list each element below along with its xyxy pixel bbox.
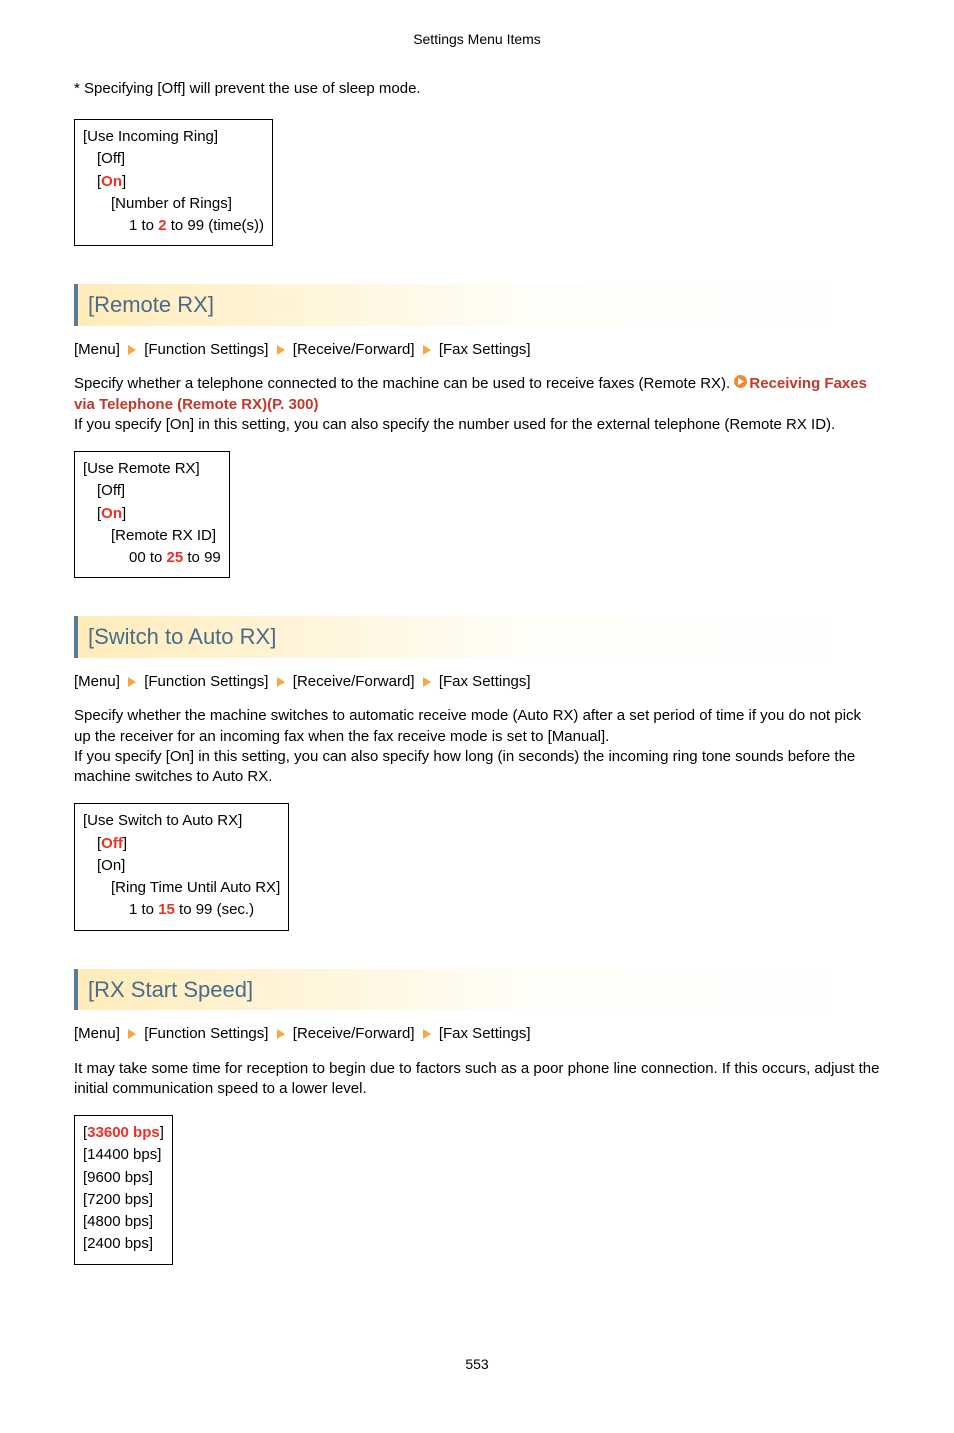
breadcrumb-item: [Function Settings]	[144, 341, 268, 358]
chevron-right-icon	[128, 677, 136, 687]
breadcrumb-item: [Receive/Forward]	[293, 1025, 415, 1042]
chevron-right-icon	[423, 677, 431, 687]
incoming-ring-settings-box: [Use Incoming Ring] [Off] [On] [Number o…	[74, 119, 273, 246]
breadcrumb-item: [Receive/Forward]	[293, 673, 415, 690]
setting-row: [Use Incoming Ring]	[83, 126, 264, 148]
sleep-mode-note: * Specifying [Off] will prevent the use …	[74, 79, 880, 99]
switch-auto-rx-settings-box: [Use Switch to Auto RX] [Off] [On] [Ring…	[74, 803, 289, 930]
chevron-right-icon	[423, 345, 431, 355]
setting-row: 00 to 25 to 99	[83, 547, 221, 569]
setting-row: [9600 bps]	[83, 1167, 164, 1189]
page-number: 553	[74, 1355, 880, 1374]
page-header: Settings Menu Items	[74, 30, 880, 49]
setting-row: [On]	[83, 855, 280, 877]
remote-rx-settings-box: [Use Remote RX] [Off] [On] [Remote RX ID…	[74, 451, 230, 578]
breadcrumb-item: [Function Settings]	[144, 673, 268, 690]
section-heading-rx-start-speed: [RX Start Speed]	[74, 969, 880, 1011]
setting-row: [Use Remote RX]	[83, 458, 221, 480]
setting-row: [Off]	[83, 480, 221, 502]
setting-row: [On]	[83, 171, 264, 193]
chevron-right-icon	[277, 677, 285, 687]
breadcrumb: [Menu] [Function Settings] [Receive/Forw…	[74, 1024, 880, 1044]
description-paragraph: Specify whether the machine switches to …	[74, 706, 880, 787]
chevron-right-icon	[423, 1029, 431, 1039]
breadcrumb-item: [Menu]	[74, 673, 120, 690]
breadcrumb-item: [Menu]	[74, 341, 120, 358]
setting-row: [2400 bps]	[83, 1233, 164, 1255]
breadcrumb-item: [Fax Settings]	[439, 341, 531, 358]
setting-row: 1 to 15 to 99 (sec.)	[83, 899, 280, 921]
rx-start-speed-settings-box: [33600 bps] [14400 bps] [9600 bps] [7200…	[74, 1115, 173, 1265]
description-paragraph: Specify whether a telephone connected to…	[74, 374, 880, 435]
breadcrumb-item: [Fax Settings]	[439, 1025, 531, 1042]
section-heading-switch-auto-rx: [Switch to Auto RX]	[74, 616, 880, 658]
chevron-right-icon	[128, 1029, 136, 1039]
setting-row: [Off]	[83, 833, 280, 855]
setting-row: [On]	[83, 503, 221, 525]
chevron-right-icon	[128, 345, 136, 355]
chevron-right-icon	[277, 1029, 285, 1039]
section-heading-remote-rx: [Remote RX]	[74, 284, 880, 326]
breadcrumb-item: [Function Settings]	[144, 1025, 268, 1042]
page-content: Settings Menu Items * Specifying [Off] w…	[0, 0, 954, 1433]
link-arrow-icon	[734, 374, 747, 394]
breadcrumb: [Menu] [Function Settings] [Receive/Forw…	[74, 340, 880, 360]
setting-row: [Remote RX ID]	[83, 525, 221, 547]
setting-row: [Number of Rings]	[83, 193, 264, 215]
breadcrumb-item: [Menu]	[74, 1025, 120, 1042]
description-paragraph: It may take some time for reception to b…	[74, 1059, 880, 1100]
breadcrumb-item: [Receive/Forward]	[293, 341, 415, 358]
breadcrumb-item: [Fax Settings]	[439, 673, 531, 690]
setting-row: [Use Switch to Auto RX]	[83, 810, 280, 832]
setting-row: [14400 bps]	[83, 1144, 164, 1166]
breadcrumb: [Menu] [Function Settings] [Receive/Forw…	[74, 672, 880, 692]
setting-row: 1 to 2 to 99 (time(s))	[83, 215, 264, 237]
setting-row: [Ring Time Until Auto RX]	[83, 877, 280, 899]
setting-row: [4800 bps]	[83, 1211, 164, 1233]
setting-row: [Off]	[83, 148, 264, 170]
setting-row: [7200 bps]	[83, 1189, 164, 1211]
setting-row: [33600 bps]	[83, 1122, 164, 1144]
chevron-right-icon	[277, 345, 285, 355]
